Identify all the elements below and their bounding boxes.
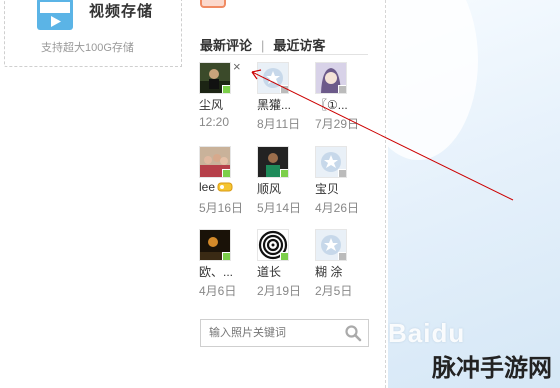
annotation-arrow <box>251 69 514 201</box>
